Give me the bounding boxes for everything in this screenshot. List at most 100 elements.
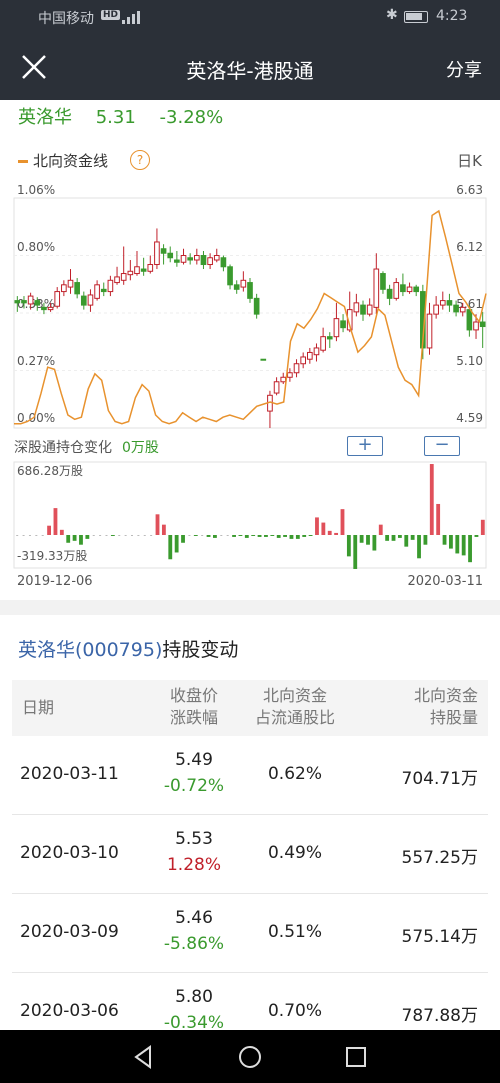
candle-body [80, 295, 87, 306]
volume-bar [131, 535, 133, 536]
candle-body [293, 363, 300, 374]
volume-bar [85, 535, 90, 539]
volume-bar [251, 535, 256, 536]
volume-bar [423, 535, 428, 545]
volume-bar [302, 535, 307, 537]
candle-body [380, 273, 386, 290]
candle-body [154, 241, 160, 266]
volume-bar [105, 535, 108, 536]
holding-table-card: 英洛华(000795)持股变动 日期 收盘价 涨跌幅 北向资金 占流通股比 北向… [0, 615, 500, 1052]
volume-bar [72, 535, 77, 541]
zoom-in-button[interactable]: + [347, 436, 383, 456]
volume-bar [353, 535, 358, 569]
col-hold[interactable]: 北向资金 [414, 685, 478, 707]
candle-body [233, 284, 240, 290]
candle-body [280, 376, 287, 383]
volume-bar [193, 535, 198, 536]
volume-bar [385, 535, 390, 541]
candle-body [413, 286, 420, 293]
back-icon[interactable] [132, 1045, 156, 1069]
candle-body [74, 282, 80, 295]
candle-body [140, 268, 147, 272]
col-ratio[interactable]: 北向资金 [247, 685, 343, 707]
table-row[interactable]: 2020-03-11 5.49 -0.72% 0.62% 704.71万 [12, 736, 488, 815]
volume-bar [232, 535, 236, 537]
candle-body [94, 284, 100, 299]
table-row[interactable]: 2020-03-10 5.53 1.28% 0.49% 557.25万 [12, 815, 488, 894]
bluetooth-icon: ✱ [386, 7, 398, 23]
volume-bar [181, 535, 185, 543]
volume-bar [410, 535, 415, 540]
col-pct[interactable]: 涨跌幅 [156, 707, 232, 729]
volume-bar [366, 535, 370, 545]
candle-body [167, 252, 174, 259]
volume-bar [270, 535, 275, 536]
volume-bar [137, 535, 140, 536]
volume-bar [378, 524, 383, 535]
home-icon[interactable] [238, 1045, 262, 1069]
volume-bar [391, 535, 396, 541]
volume-bar [436, 503, 441, 535]
start-date-label: 2019-12-06 [17, 574, 93, 589]
candle-body [180, 255, 187, 263]
clock: 4:23 [436, 8, 468, 24]
candle-body [466, 309, 473, 331]
candle-body [41, 306, 47, 311]
volume-bar [35, 535, 38, 536]
volume-bar [308, 535, 313, 536]
candle-body [459, 306, 466, 313]
end-date-label: 2020-03-11 [407, 574, 483, 589]
row-price: 5.49 [175, 750, 213, 770]
stock-link[interactable]: 英洛华(000795) [18, 639, 162, 661]
volume-bar [397, 535, 402, 538]
volume-bar [442, 535, 447, 545]
row-hold: 575.14万 [401, 927, 478, 947]
candle-body [160, 248, 167, 254]
candle-body [260, 358, 267, 361]
volume-bar [168, 535, 173, 560]
price-chart[interactable] [0, 100, 500, 600]
volume-bar [480, 519, 485, 535]
volume-bar [327, 530, 332, 535]
volume-bar [283, 535, 287, 537]
status-bar: 中国移动 HD ✱ 4:23 [0, 0, 500, 34]
row-date: 2020-03-06 [20, 1001, 119, 1021]
candle-body [400, 284, 406, 293]
volume-bar [124, 535, 127, 536]
table-row[interactable]: 2020-03-09 5.46 -5.86% 0.51% 575.14万 [12, 894, 488, 973]
volume-max-label: 686.28万股 [17, 464, 83, 478]
volume-bar [110, 535, 115, 536]
volume-bar [276, 535, 281, 538]
volume-bar [346, 535, 351, 557]
col-date[interactable]: 日期 [22, 697, 54, 719]
col-price[interactable]: 收盘价 [156, 685, 232, 707]
candle-body [127, 270, 134, 276]
volume-bar [150, 535, 153, 536]
row-ratio: 0.51% [267, 922, 322, 942]
hd-badge: HD [101, 10, 121, 20]
col-hold-sub[interactable]: 持股量 [430, 707, 478, 729]
volume-bar [22, 535, 25, 536]
candle-body [21, 300, 27, 304]
candle-body [47, 306, 54, 311]
candle-body [100, 288, 107, 293]
col-ratio-sub[interactable]: 占流通股比 [247, 707, 343, 729]
volume-bar [201, 535, 204, 536]
candle-body [134, 266, 140, 275]
candle-body [300, 356, 307, 365]
row-price: 5.80 [175, 987, 213, 1007]
candle-body [326, 336, 333, 340]
volume-bar [359, 535, 364, 543]
candle-body [307, 351, 313, 360]
volume-bar [213, 535, 217, 538]
signal-icon [122, 11, 140, 24]
share-button[interactable]: 分享 [446, 56, 482, 82]
volume-bar [455, 535, 460, 554]
candle-body [333, 318, 340, 338]
volume-bar [188, 535, 191, 536]
zoom-out-button[interactable]: − [424, 436, 460, 456]
volume-bar [118, 535, 121, 536]
volume-bar [449, 535, 453, 549]
recents-icon[interactable] [344, 1045, 368, 1069]
row-date: 2020-03-10 [20, 843, 119, 863]
